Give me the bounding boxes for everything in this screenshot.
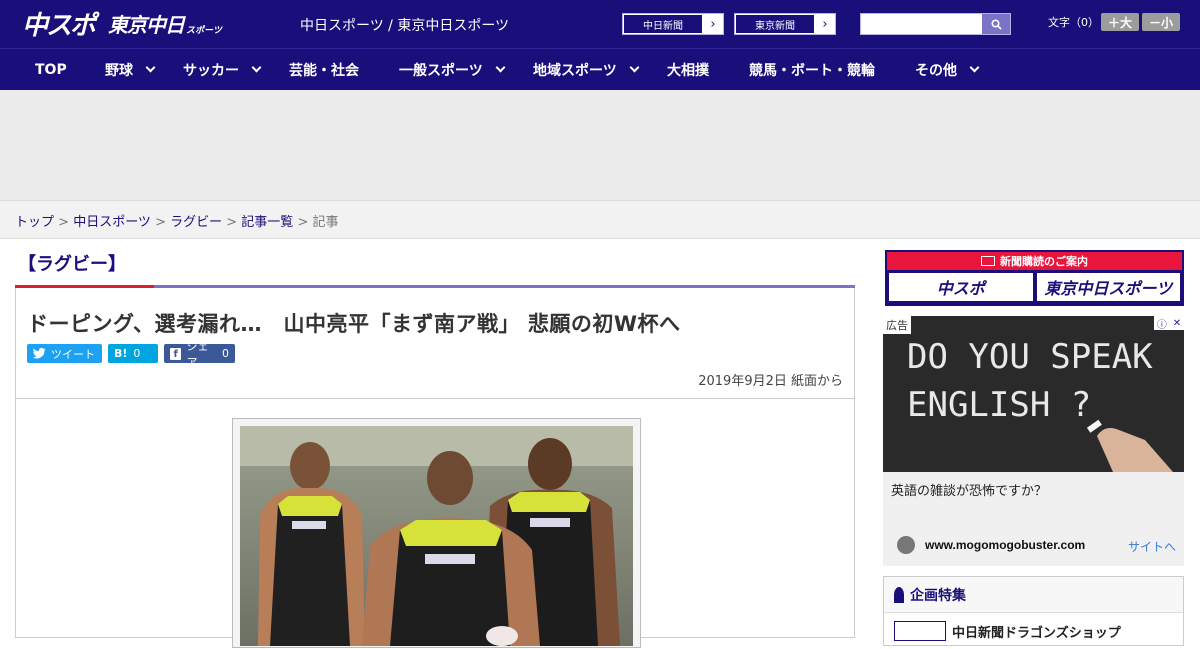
- search-icon: [990, 18, 1002, 30]
- share-count: 0: [222, 347, 229, 360]
- ad-text-line1: DO YOU SPEAK: [907, 337, 1153, 377]
- ad-caption: 英語の雑談が恐怖ですか？: [891, 484, 1048, 499]
- chevron-down-icon: [969, 62, 980, 72]
- subscribe-header-label: 新聞購読のご案内: [1000, 255, 1088, 268]
- logo-sports: スポーツ: [186, 25, 222, 36]
- breadcrumb-current: 記事: [312, 215, 339, 230]
- nav-label: 大相撲: [667, 62, 709, 79]
- sidebar-ad[interactable]: 広告 ⓘ ✕ DO YOU SPEAK ENGLISH ? 英語の雑談が恐怖です…: [883, 316, 1184, 566]
- chevron-down-icon: [629, 62, 640, 72]
- site-links[interactable]: 中日スポーツ / 東京中日スポーツ: [300, 15, 509, 35]
- nav-label: サッカー: [183, 62, 239, 79]
- article-divider: [16, 398, 854, 399]
- subscribe-logos: 中スポ 東京中日スポーツ: [887, 270, 1182, 303]
- nav-label: 地域スポーツ: [533, 62, 617, 79]
- special-features-box: 企画特集 中日新聞ドラゴンズショップ: [883, 576, 1184, 646]
- font-smaller-button[interactable]: －小: [1142, 13, 1180, 31]
- nav-item-soccer[interactable]: サッカー: [183, 49, 262, 90]
- category-title: 【ラグビー】: [18, 254, 126, 275]
- chevron-down-icon: [145, 62, 156, 72]
- breadcrumb-rugby[interactable]: ラグビー: [170, 215, 222, 230]
- font-size-label: 文字（0）: [1048, 16, 1099, 29]
- article-date: 2019年9月2日 紙面から: [698, 374, 843, 389]
- top-bar: 中スポ 東京中日 スポーツ 中日スポーツ / 東京中日スポーツ 中日新聞 › 東…: [0, 0, 1200, 48]
- subscribe-header: 新聞購読のご案内: [887, 252, 1182, 270]
- chevron-down-icon: [495, 62, 506, 72]
- nav-item-entertainment[interactable]: 芸能・社会: [289, 49, 359, 90]
- nav-label: 競馬・ボート・競輪: [749, 62, 875, 79]
- rugby-players-photo: [240, 426, 633, 646]
- ad-domain: www.mogomogobuster.com: [925, 538, 1086, 552]
- breadcrumb: トップ > 中日スポーツ > ラグビー > 記事一覧 > 記事: [0, 200, 1200, 239]
- article-box: ドーピング、選考漏れ… 山中亮平「まず南ア戦」 悲願の初W杯へ ツイート B! …: [15, 288, 855, 648]
- twitter-bird-icon: [33, 348, 46, 359]
- nav-label: その他: [915, 62, 957, 79]
- nav-label: 芸能・社会: [289, 62, 359, 79]
- chevron-down-icon: [251, 62, 262, 72]
- globe-icon: [897, 536, 915, 554]
- newspaper-icon: [981, 256, 995, 266]
- breadcrumb-sep: >: [150, 215, 171, 230]
- logo-tokyo-chunichi: 東京中日: [108, 12, 185, 37]
- special-item[interactable]: 中日新聞ドラゴンズショップ: [884, 613, 1183, 649]
- chevron-right-icon: ›: [822, 16, 828, 32]
- breadcrumb-sep: >: [293, 215, 313, 230]
- facebook-share-button[interactable]: f シェア 0: [164, 340, 235, 369]
- tweet-label: ツイート: [51, 347, 95, 361]
- tokyo-shimbun-label: 東京新聞: [735, 14, 815, 34]
- breadcrumb-sep: >: [222, 215, 242, 230]
- hatena-bookmark-button[interactable]: B! 0: [108, 344, 158, 363]
- chalkboard-illustration: DO YOU SPEAK ENGLISH ?: [883, 316, 1184, 472]
- info-icon[interactable]: ⓘ: [1157, 316, 1167, 331]
- close-icon[interactable]: ✕: [1173, 318, 1181, 329]
- subscribe-logo-tokyo[interactable]: 東京中日スポーツ: [1036, 273, 1180, 301]
- special-features-header: 企画特集: [884, 577, 1183, 613]
- ad-image: DO YOU SPEAK ENGLISH ?: [883, 316, 1184, 472]
- logo-chuspo: 中スポ: [22, 10, 96, 41]
- breadcrumb-chunichi[interactable]: 中日スポーツ: [73, 215, 151, 230]
- breadcrumb-sep: >: [54, 215, 74, 230]
- share-label: シェア: [186, 339, 209, 369]
- nav-item-general-sports[interactable]: 一般スポーツ: [399, 49, 506, 90]
- chevron-right-icon: ›: [710, 16, 716, 32]
- nav-item-baseball[interactable]: 野球: [105, 49, 156, 90]
- special-features-title: 企画特集: [910, 587, 966, 604]
- special-item-thumb: [894, 621, 946, 641]
- nav-item-other[interactable]: その他: [915, 49, 980, 90]
- facebook-icon: f: [170, 347, 182, 360]
- search-input[interactable]: [860, 13, 1011, 35]
- breadcrumb-list[interactable]: 記事一覧: [241, 215, 293, 230]
- article-headline: ドーピング、選考漏れ… 山中亮平「まず南ア戦」 悲願の初W杯へ: [27, 312, 681, 336]
- nav-label: 一般スポーツ: [399, 62, 483, 79]
- main-nav: TOP 野球 サッカー 芸能・社会 一般スポーツ 地域スポーツ 大相撲 競馬・ボ…: [0, 48, 1200, 90]
- nav-item-racing[interactable]: 競馬・ボート・競輪: [749, 49, 875, 90]
- site-logo[interactable]: 中スポ 東京中日 スポーツ: [22, 6, 222, 41]
- search-button[interactable]: [982, 14, 1010, 34]
- nav-item-local-sports[interactable]: 地域スポーツ: [533, 49, 640, 90]
- tweet-button[interactable]: ツイート: [27, 344, 102, 363]
- nav-item-sumo[interactable]: 大相撲: [667, 49, 709, 90]
- chunichi-shimbun-label: 中日新聞: [623, 14, 703, 34]
- article-photo-frame: [232, 418, 641, 648]
- nav-item-top[interactable]: TOP: [35, 49, 67, 90]
- ribbon-icon: [894, 586, 904, 603]
- special-item-label: 中日新聞ドラゴンズショップ: [952, 625, 1121, 641]
- ad-close-controls[interactable]: ⓘ ✕: [1154, 316, 1184, 331]
- nav-label: TOP: [35, 61, 67, 78]
- chunichi-shimbun-button[interactable]: 中日新聞 ›: [622, 13, 724, 35]
- font-bigger-button[interactable]: ＋大: [1101, 13, 1139, 31]
- ad-banner-area: [0, 90, 1200, 200]
- article-photo: [240, 426, 633, 646]
- subscribe-logo-chuspo[interactable]: 中スポ: [889, 273, 1033, 301]
- hatena-count: 0: [133, 347, 141, 360]
- tokyo-shimbun-button[interactable]: 東京新聞 ›: [734, 13, 836, 35]
- ad-badge: 広告: [883, 316, 911, 334]
- breadcrumb-top[interactable]: トップ: [15, 215, 54, 230]
- ad-visit-link[interactable]: サイトへ: [1128, 538, 1176, 555]
- ad-text-line2: ENGLISH ?: [907, 385, 1091, 425]
- hatena-icon: B!: [114, 347, 128, 360]
- subscribe-banner[interactable]: 新聞購読のご案内 中スポ 東京中日スポーツ: [885, 250, 1184, 306]
- nav-label: 野球: [105, 62, 133, 79]
